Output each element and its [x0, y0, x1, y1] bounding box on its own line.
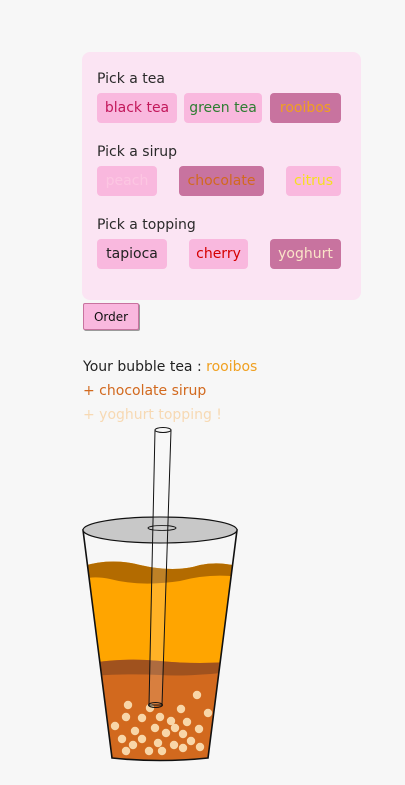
pearl: [161, 728, 171, 738]
pearl: [121, 746, 131, 756]
pearl: [137, 734, 147, 744]
summary-prefix: Your bubble tea :: [83, 359, 207, 375]
pearl: [121, 712, 131, 722]
tea-option-green-tea[interactable]: green tea: [184, 93, 262, 123]
pearl: [186, 736, 196, 746]
pearl: [157, 746, 167, 756]
sirup-option-citrus[interactable]: citrus: [286, 166, 341, 196]
pearl: [137, 713, 147, 723]
sirup-group-label: Pick a sirup: [97, 144, 178, 160]
pearl: [150, 723, 160, 733]
bubble-tea-illustration: [82, 427, 238, 762]
summary-tea-value: rooibos: [206, 359, 258, 375]
pearl: [170, 723, 180, 733]
straw-top: [154, 427, 172, 433]
pearl: [128, 740, 138, 750]
pearl: [192, 690, 202, 700]
pearl: [130, 726, 140, 736]
pearl: [194, 724, 204, 734]
pearl: [178, 743, 188, 753]
pearl: [117, 734, 127, 744]
summary-line-topping: + yoghurt topping !: [83, 407, 222, 423]
pearl: [155, 712, 165, 722]
topping-option-cherry[interactable]: cherry: [189, 239, 248, 269]
tea-group-label: Pick a tea: [97, 71, 165, 87]
tea-option-black-tea[interactable]: black tea: [97, 93, 177, 123]
pearl: [182, 717, 192, 727]
pearl: [123, 700, 133, 710]
summary-line-sirup: + chocolate sirup: [83, 383, 207, 399]
pearl: [176, 704, 186, 714]
sirup-option-chocolate[interactable]: chocolate: [179, 166, 264, 196]
pearl: [169, 740, 179, 750]
topping-option-yoghurt[interactable]: yoghurt: [270, 239, 341, 269]
pearl: [153, 738, 163, 748]
topping-group-label: Pick a topping: [97, 217, 196, 233]
order-panel: Pick a tea black tea green tea rooibos P…: [82, 52, 361, 300]
pearl: [178, 729, 188, 739]
pearl: [203, 708, 213, 718]
sirup-option-peach[interactable]: peach: [97, 166, 157, 196]
topping-option-tapioca[interactable]: tapioca: [97, 239, 167, 269]
pearl: [110, 721, 120, 731]
pearl: [144, 746, 154, 756]
order-button[interactable]: Order: [83, 303, 139, 330]
summary-line-tea: Your bubble tea : rooibos: [83, 359, 257, 375]
pearl: [195, 742, 205, 752]
tea-option-rooibos[interactable]: rooibos: [270, 93, 341, 123]
